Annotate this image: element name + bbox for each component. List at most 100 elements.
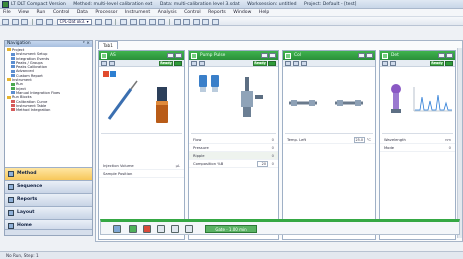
minimize-button[interactable] <box>167 53 174 58</box>
title-data: Data: multi-calibration level 3.sdat <box>159 2 240 7</box>
autosampler-illustration <box>99 67 184 133</box>
open-icon[interactable] <box>11 18 19 25</box>
advanced-icon <box>11 69 15 73</box>
nav-sequence-button[interactable]: Sequence <box>5 180 92 193</box>
composition-input[interactable]: 20 <box>257 161 268 167</box>
menu-file[interactable]: File <box>3 9 11 17</box>
method-combo[interactable]: CPL-Dat ok3. ▾ <box>56 18 92 25</box>
nav-method-button[interactable]: Method <box>5 167 92 180</box>
layout-icon[interactable] <box>192 18 200 25</box>
report-icon[interactable] <box>158 18 166 25</box>
temp-left-row: Temp. Left 25.0 °C <box>283 136 375 144</box>
detector-illustration <box>380 67 455 133</box>
folder-icon <box>7 48 11 52</box>
menu-control-2[interactable]: Control <box>184 9 201 17</box>
menu-view[interactable]: View <box>18 9 29 17</box>
settings-icon[interactable] <box>285 61 291 66</box>
menu-reports[interactable]: Reports <box>208 9 226 17</box>
table-icon[interactable] <box>148 18 156 25</box>
panel-subtoolbar <box>283 60 375 67</box>
menu-analysis[interactable]: Analysis <box>158 9 177 17</box>
pause-icon[interactable] <box>157 225 165 233</box>
on-button[interactable] <box>174 61 182 66</box>
menu-data[interactable]: Data <box>77 9 88 17</box>
on-button[interactable] <box>445 61 453 66</box>
vertical-scrollbar[interactable] <box>457 48 462 238</box>
pin-icon[interactable]: ᵖ × <box>83 41 90 47</box>
run-icon[interactable] <box>95 18 103 25</box>
integrate-icon[interactable] <box>183 18 191 25</box>
reports-icon <box>8 197 14 203</box>
settings-icon[interactable] <box>382 61 388 66</box>
on-button[interactable] <box>268 61 276 66</box>
new-icon[interactable] <box>2 18 9 25</box>
menu-window[interactable]: Window <box>233 9 251 17</box>
temperature-input[interactable]: 25.0 <box>354 137 365 143</box>
menu-processor[interactable]: Processor <box>95 9 117 17</box>
lamp-icon <box>391 84 401 94</box>
document-tab[interactable]: Tab1 <box>98 41 118 49</box>
pressure-row: Pressure 0 <box>189 144 278 152</box>
calibrate-icon[interactable] <box>173 18 181 25</box>
tree-node[interactable]: Method Integration <box>7 108 90 112</box>
solvent-bottle-icon <box>211 75 219 87</box>
integration-icon <box>11 91 15 95</box>
info-icon[interactable] <box>109 61 115 66</box>
close-button[interactable] <box>446 53 453 58</box>
panel-title: Det <box>391 53 399 58</box>
minimize-button[interactable] <box>261 53 268 58</box>
zoom-out-icon[interactable] <box>129 18 137 25</box>
syringe-icon <box>107 88 133 120</box>
navigation-buttons: Method Sequence Reports Layout Home <box>5 167 92 232</box>
menu-run[interactable]: Run <box>37 9 46 17</box>
stop-icon[interactable] <box>104 18 112 25</box>
window-icon[interactable] <box>202 18 210 25</box>
info-icon[interactable] <box>199 61 205 66</box>
ready-button[interactable]: Ready <box>253 61 267 66</box>
stop-icon[interactable] <box>143 225 151 233</box>
ready-button[interactable]: Ready <box>430 61 444 66</box>
title-bar: LT DLT Compact Version Method: multi-lev… <box>0 0 463 9</box>
info-icon[interactable] <box>390 61 396 66</box>
print-icon[interactable] <box>36 18 44 25</box>
settings-icon[interactable] <box>101 61 107 66</box>
minimize-button[interactable] <box>438 53 445 58</box>
report-icon <box>11 74 15 78</box>
panel-subtoolbar: Ready <box>189 60 278 67</box>
info-icon[interactable] <box>293 61 299 66</box>
title-app: LT DLT Compact Version <box>11 2 66 7</box>
menu-instrument[interactable]: Instrument <box>125 9 150 17</box>
composition-row: Composition %B 20 0 <box>189 160 278 168</box>
events-icon <box>11 56 15 60</box>
temperature-icon[interactable] <box>301 61 307 66</box>
main-toolbar: CPL-Dat ok3. ▾ <box>0 17 463 26</box>
cut-icon[interactable] <box>45 18 53 25</box>
status-bar: No Run, Step: 1 <box>0 251 463 259</box>
peaks-icon <box>11 61 15 65</box>
column-icon <box>285 52 291 59</box>
timer-icon[interactable] <box>185 225 193 233</box>
chart-icon[interactable] <box>139 18 147 25</box>
nav-layout-button[interactable]: Layout <box>5 206 92 219</box>
close-button[interactable] <box>366 53 373 58</box>
panel-header: Col <box>283 51 375 60</box>
minimize-button[interactable] <box>358 53 365 58</box>
save-icon[interactable] <box>21 18 29 25</box>
settings-icon[interactable] <box>191 61 197 66</box>
ready-button[interactable]: Ready <box>159 61 173 66</box>
menu-help[interactable]: Help <box>259 9 269 17</box>
help-icon[interactable] <box>211 18 219 25</box>
panel-title: Col <box>294 53 301 58</box>
panel-subtoolbar: Ready <box>99 60 184 67</box>
close-button[interactable] <box>269 53 276 58</box>
nav-reports-button[interactable]: Reports <box>5 193 92 206</box>
menu-control[interactable]: Control <box>53 9 70 17</box>
syringe-run-icon[interactable] <box>113 225 121 233</box>
close-button[interactable] <box>175 53 182 58</box>
panel-header: Pump Pulse <box>189 51 278 60</box>
reset-icon[interactable] <box>171 225 179 233</box>
zoom-in-icon[interactable] <box>119 18 127 25</box>
pump-icon <box>191 52 197 59</box>
play-icon[interactable] <box>129 225 137 233</box>
detector-panel: Det Ready Wavelength nm Mode 0 <box>379 50 456 240</box>
